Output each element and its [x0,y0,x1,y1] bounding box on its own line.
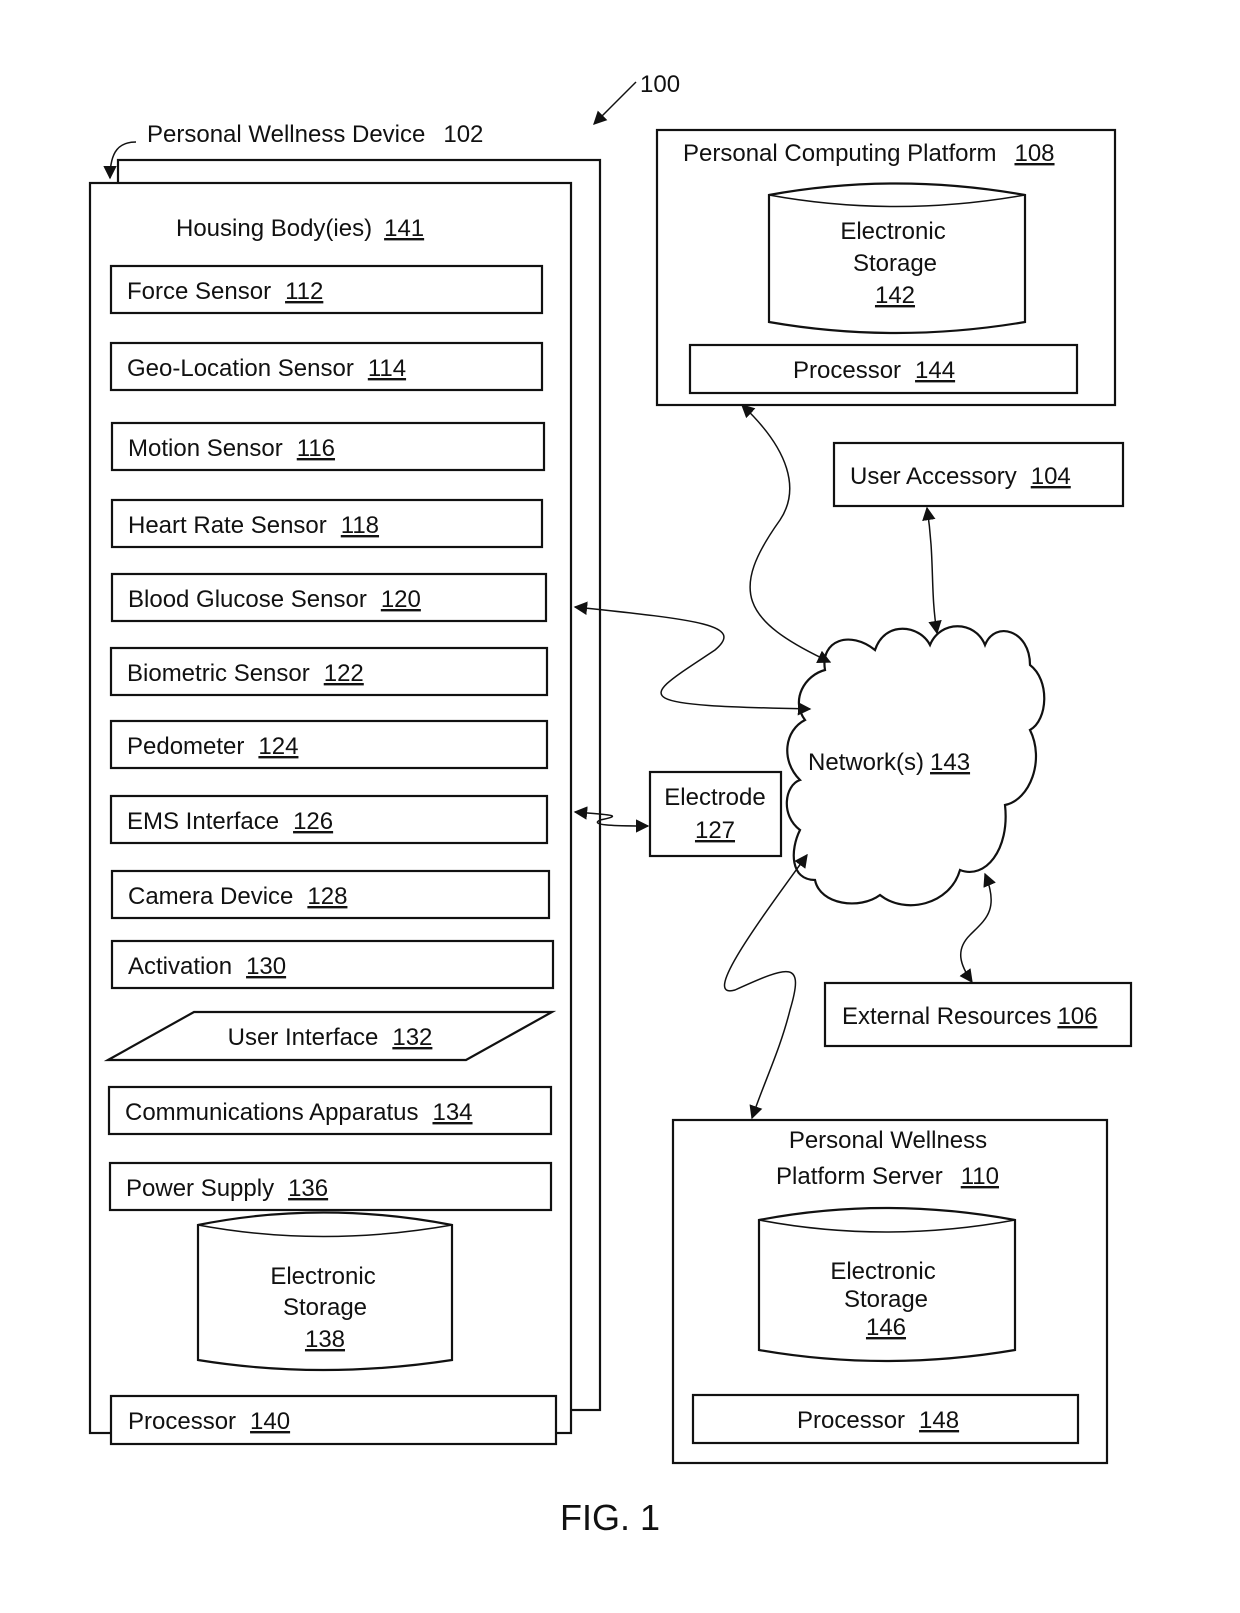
svg-text:Storage: Storage [853,250,937,277]
svg-text:Storage: Storage [283,1294,367,1321]
component-label: Camera Device 128 [128,883,347,910]
external-resources: External Resources 106 [823,981,1133,1048]
component-biometric-sensor: Biometric Sensor 122 [109,646,549,697]
network-cloud: Network(s) 143 [785,625,1046,907]
electrode: Electrode 127 [648,770,783,858]
personal-wellness-platform-server: Personal Wellness Platform Server 110 Ele… [671,1118,1109,1465]
svg-text:Processor144: Processor 144 [793,357,955,384]
connector-device-network-upper [573,601,812,716]
figure-caption: FIG. 1 [560,1497,660,1538]
component-activation: Activation 130 [110,939,555,990]
connector-network-external [959,872,996,984]
device-storage: Electronic Storage 138 [196,1211,454,1372]
svg-text:142: 142 [875,282,915,309]
component-heart-rate-sensor: Heart Rate Sensor 118 [110,498,544,549]
svg-text:Electronic: Electronic [840,218,945,245]
device-title: Personal Wellness Device 102 [147,121,483,148]
component-force-sensor: Force Sensor 112 [109,264,544,315]
component-pedometer: Pedometer 124 [109,719,549,770]
component-camera-device: Camera Device 128 [110,869,551,920]
component-label: Force Sensor 112 [127,278,323,305]
component-label: User Interface 132 [228,1024,433,1051]
svg-text:127: 127 [695,817,735,844]
svg-text:146: 146 [866,1314,906,1341]
svg-text:Electrode: Electrode [664,784,765,811]
personal-computing-platform: Personal Computing Platform 108 Electroni… [655,128,1117,407]
component-geo-location-sensor: Geo-Location Sensor 114 [109,341,544,392]
figure-ref-arrow [593,81,637,125]
svg-text:138: 138 [305,1326,345,1353]
component-label: Heart Rate Sensor 118 [128,512,379,539]
component-communications-apparatus: Communications Apparatus 134 [107,1085,553,1136]
component-label: Biometric Sensor 122 [127,660,364,687]
svg-text:Electronic: Electronic [270,1263,375,1290]
component-label: Activation 130 [128,953,286,980]
component-power-supply: Power Supply 136 [108,1161,553,1212]
svg-text:Network(s)143: Network(s) 143 [808,749,970,776]
component-label: Power Supply 136 [126,1175,328,1202]
svg-text:Processor148: Processor 148 [797,1407,959,1434]
svg-text:Platform Server110: Platform Server 110 [776,1163,999,1190]
component-label: EMS Interface 126 [127,808,333,835]
component-blood-glucose-sensor: Blood Glucose Sensor 120 [110,572,548,623]
housing-label: Housing Body(ies) 141 [176,215,424,242]
svg-text:Processor140: Processor 140 [128,1408,290,1435]
svg-text:External Resources106: External Resources 106 [842,1003,1097,1030]
user-accessory: User Accessory 104 [832,441,1125,508]
connector-network-server [723,853,808,1120]
svg-text:Storage: Storage [844,1286,928,1313]
component-label: Motion Sensor 116 [128,435,335,462]
svg-text:Electronic: Electronic [830,1258,935,1285]
device-processor: Processor 140 [109,1394,558,1446]
component-ems-interface: EMS Interface 126 [109,794,549,845]
component-motion-sensor: Motion Sensor 116 [110,421,546,472]
connector-platform-network [741,404,832,663]
component-label: Pedometer 124 [127,733,298,760]
svg-text:Personal Wellness: Personal Wellness [789,1127,987,1154]
svg-text:100: 100 [640,71,680,98]
svg-text:User Accessory104: User Accessory 104 [850,463,1071,490]
connector-accessory-network [922,506,942,635]
system-diagram: 100 Personal Wellness Device 102 Housing … [88,71,1133,1538]
figure-ref: 100 [593,71,680,125]
